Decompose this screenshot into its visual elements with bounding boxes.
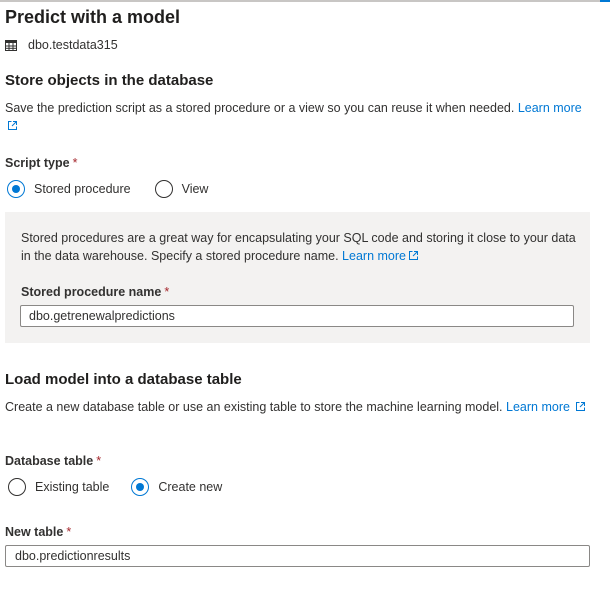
top-divider-accent: [600, 0, 610, 2]
load-description-text: Create a new database table or use an ex…: [5, 400, 503, 414]
radio-circle-checked: [131, 478, 150, 496]
stored-procedure-name-label-text: Stored procedure name: [21, 285, 162, 299]
stored-procedure-name-label: Stored procedure name *: [21, 285, 169, 299]
new-table-input[interactable]: [5, 545, 590, 567]
source-table: dbo.testdata315: [5, 38, 118, 52]
store-description-text: Save the prediction script as a stored p…: [5, 101, 515, 115]
source-table-name: dbo.testdata315: [28, 38, 118, 52]
required-mark: *: [66, 525, 72, 539]
radio-existing-table-label: Existing table: [35, 480, 110, 494]
required-mark: *: [96, 454, 102, 468]
external-link-icon: [408, 251, 418, 260]
radio-existing-table[interactable]: Existing table: [8, 478, 109, 496]
top-divider: [0, 0, 610, 2]
radio-circle-checked: [7, 180, 25, 198]
radio-create-new-label: Create new: [158, 480, 223, 494]
stored-procedure-description: Stored procedures are a great way for en…: [21, 229, 581, 265]
store-section-title: Store objects in the database: [5, 72, 214, 89]
radio-circle: [154, 180, 173, 198]
stored-procedure-name-input[interactable]: [20, 305, 574, 327]
external-link-icon: [8, 121, 17, 130]
load-learn-more-link[interactable]: Learn more: [506, 400, 586, 414]
radio-view-label: View: [181, 182, 209, 196]
radio-view[interactable]: View: [154, 180, 209, 198]
page-title: Predict with a model: [5, 7, 181, 27]
radio-stored-procedure[interactable]: Stored procedure: [7, 180, 131, 198]
script-type-label: Script type *: [5, 156, 77, 170]
database-table-label: Database table *: [5, 454, 101, 468]
predict-with-model-panel: Predict with a model dbo.testdata315 Sto…: [0, 0, 610, 610]
load-section-description: Create a new database table or use an ex…: [5, 398, 595, 416]
radio-stored-procedure-label: Stored procedure: [34, 182, 131, 196]
store-learn-more-label: Learn more: [517, 101, 582, 115]
radio-create-new[interactable]: Create new: [131, 478, 222, 496]
load-learn-more-label: Learn more: [506, 400, 570, 414]
database-table-label-text: Database table: [5, 454, 94, 468]
load-section-title: Load model into a database table: [5, 371, 242, 388]
external-link-icon: [576, 402, 586, 411]
required-mark: *: [72, 156, 78, 170]
store-section-description: Save the prediction script as a stored p…: [5, 99, 590, 135]
stored-procedure-description-text: Stored procedures are a great way for en…: [21, 231, 576, 263]
script-type-label-text: Script type: [5, 156, 70, 170]
new-table-label-text: New table: [5, 525, 64, 539]
stored-procedure-learn-more-label: Learn more: [342, 249, 406, 263]
radio-circle: [8, 478, 26, 496]
new-table-label: New table *: [5, 525, 71, 539]
database-table-radio-group: Existing table Create new: [8, 478, 222, 496]
stored-procedure-learn-more-link[interactable]: Learn more: [342, 249, 419, 263]
stored-procedure-info-panel: Stored procedures are a great way for en…: [5, 212, 590, 343]
script-type-radio-group: Stored procedure View: [7, 180, 208, 198]
table-grid-icon: [5, 39, 17, 51]
required-mark: *: [164, 285, 170, 299]
